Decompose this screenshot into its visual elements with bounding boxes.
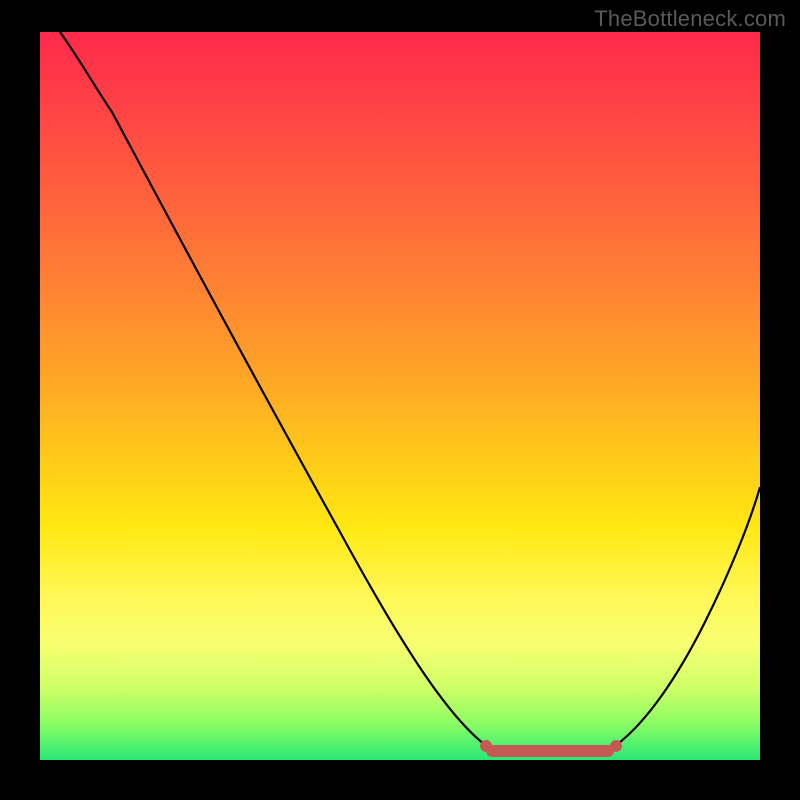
optimal-range-cap-left [480, 740, 492, 752]
curve-path [60, 32, 760, 754]
optimal-range-cap-right [610, 740, 622, 752]
watermark-text: TheBottleneck.com [594, 6, 786, 32]
bottleneck-curve [40, 32, 760, 760]
optimal-range-highlight [486, 745, 614, 757]
chart-plot-area [40, 32, 760, 760]
